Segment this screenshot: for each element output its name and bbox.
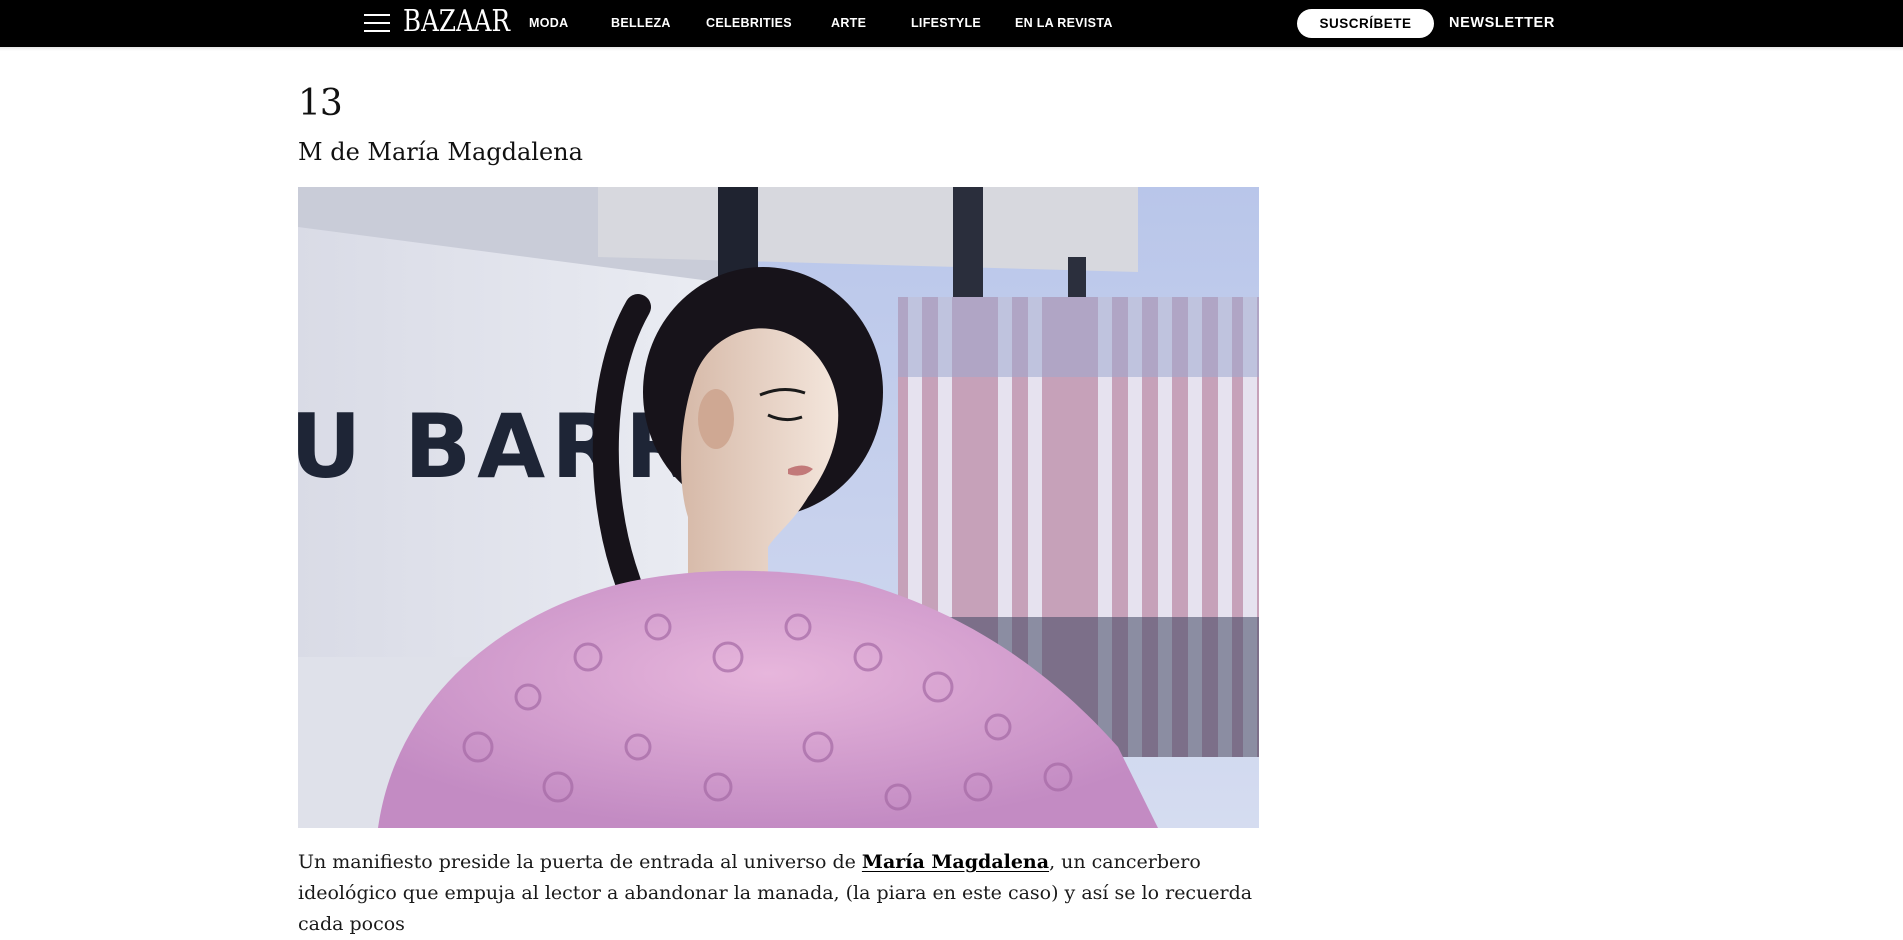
list-item-title: M de María Magdalena xyxy=(298,138,583,166)
nav-item-belleza[interactable]: BELLEZA xyxy=(611,16,671,30)
nav-item-celebrities[interactable]: CELEBRITIES xyxy=(706,16,792,30)
header-divider xyxy=(0,47,1903,51)
nav-item-lifestyle[interactable]: LIFESTYLE xyxy=(911,16,981,30)
hamburger-menu-icon[interactable] xyxy=(364,11,390,35)
nav-item-en-la-revista[interactable]: EN LA REVISTA xyxy=(1015,16,1113,30)
top-navigation-bar: BAZAAR MODA BELLEZA CELEBRITIES ARTE LIF… xyxy=(0,0,1903,47)
newsletter-link[interactable]: NEWSLETTER xyxy=(1449,15,1555,31)
nav-item-moda[interactable]: MODA xyxy=(529,16,568,30)
maria-magdalena-link[interactable]: María Magdalena xyxy=(862,851,1049,873)
article-photo: U BARRIO xyxy=(298,187,1259,828)
nav-item-arte[interactable]: ARTE xyxy=(831,16,866,30)
bazaar-logo[interactable]: BAZAAR xyxy=(403,4,510,40)
paragraph-text-before: Un manifiesto preside la puerta de entra… xyxy=(298,851,862,873)
subscribe-button[interactable]: SUSCRÍBETE xyxy=(1297,9,1434,38)
list-item-number: 13 xyxy=(298,83,343,124)
article-paragraph: Un manifiesto preside la puerta de entra… xyxy=(298,847,1258,940)
